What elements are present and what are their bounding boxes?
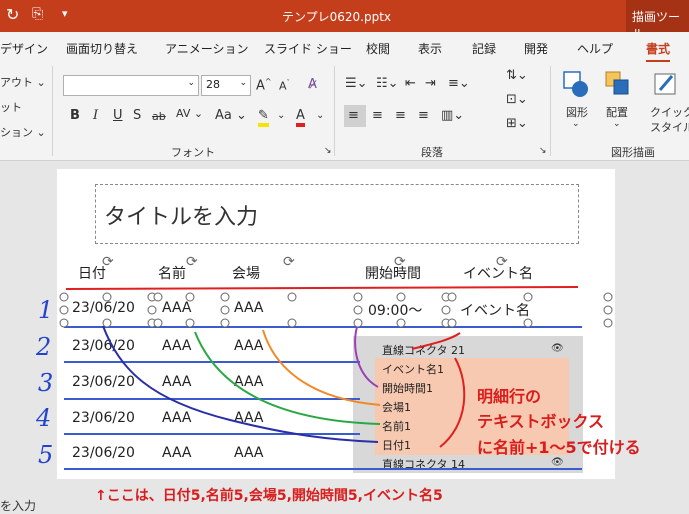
selection-handles[interactable] bbox=[59, 292, 613, 328]
orange-stroke bbox=[262, 329, 381, 406]
green-stroke bbox=[194, 331, 381, 425]
purple-stroke bbox=[354, 326, 379, 388]
annotation-overlay bbox=[59, 286, 613, 470]
red-bracket-stroke bbox=[439, 357, 466, 448]
red-stroke bbox=[411, 332, 461, 350]
header-underline bbox=[65, 286, 579, 290]
navy-stroke bbox=[102, 325, 379, 443]
